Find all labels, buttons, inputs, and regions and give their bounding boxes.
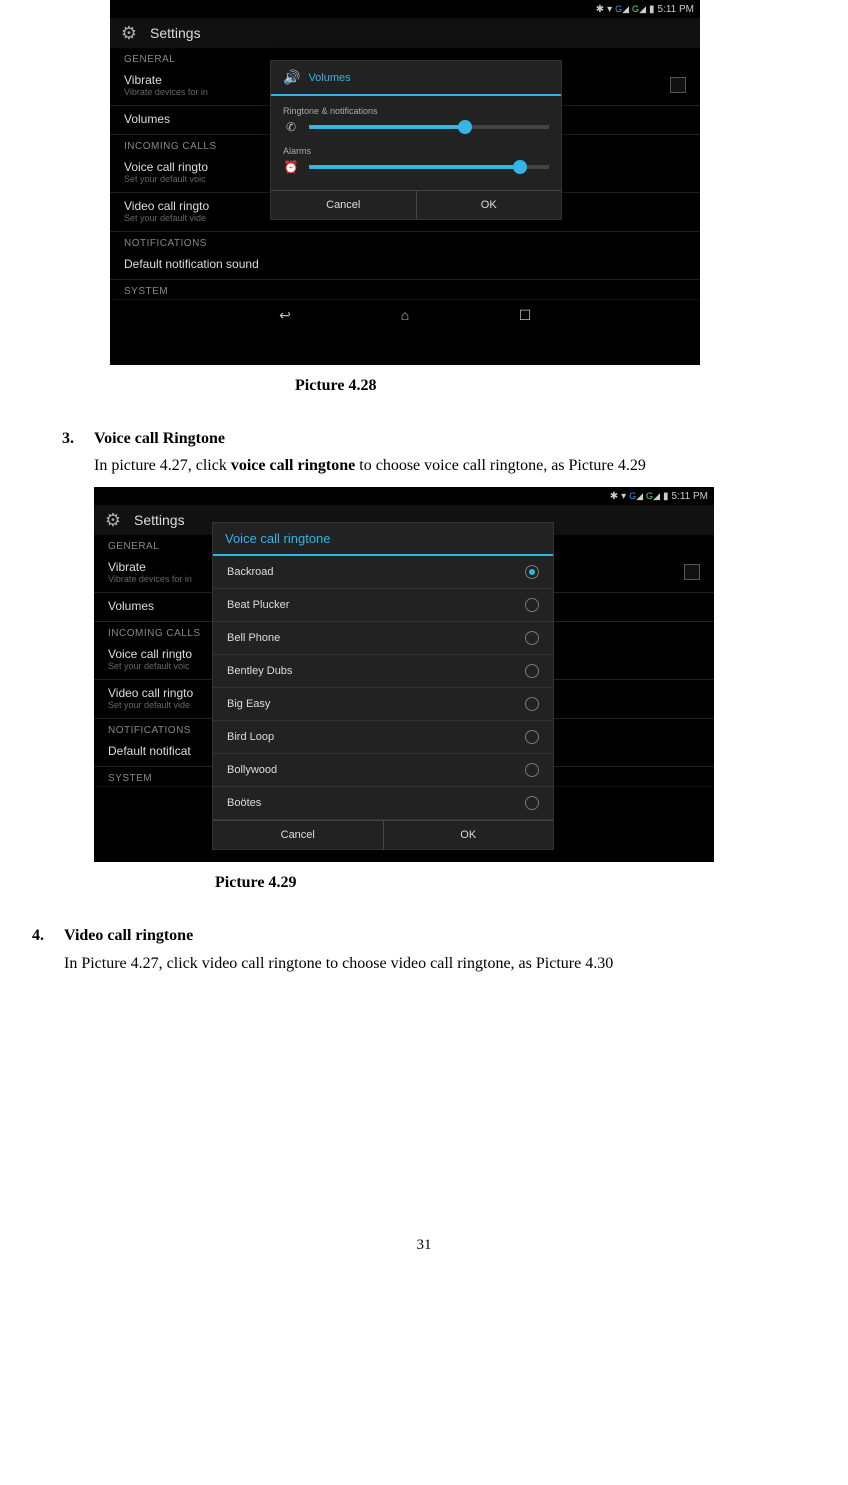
ringtone-dialog: Voice call ringtone Backroad Beat Plucker… [212,522,554,850]
ringtone-item-label: Boötes [227,797,261,809]
bluetooth-icon: ✱ [596,4,604,15]
alarms-slider-row: ⏰ [283,160,549,174]
bluetooth-icon-2: ✱ [610,491,618,502]
page-number: 31 [0,1237,848,1254]
vibrate-checkbox[interactable] [670,77,686,93]
ringtone-item-label: Bird Loop [227,731,274,743]
volumes-dialog: 🔊 Volumes Ringtone & notifications ✆ Ala… [270,60,562,220]
ringtone-item-label: Bentley Dubs [227,665,292,677]
alarms-slider-thumb[interactable] [513,160,527,174]
section-system: SYSTEM [110,280,700,299]
ringtone-item[interactable]: Bentley Dubs [213,655,553,688]
sim2-signal-2: ◢ [653,491,660,501]
caption-picture-4-28: Picture 4.28 [295,377,848,395]
volumes-dialog-title: Volumes [308,72,350,84]
ringtone-item-label: Beat Plucker [227,599,289,611]
item3-body-bold: voice call ringtone [231,457,355,474]
row-default-notif-title: Default notification sound [124,257,686,271]
item4-body: In Picture 4.27, click video call ringto… [64,950,846,977]
screenshot-picture-4-29: ✱ ▾ G◢ G◢ ▮ 5:11 PM ⚙ Settings GENERAL V… [94,487,714,862]
ringtone-radio[interactable] [525,697,539,711]
vibrate-checkbox-2[interactable] [684,564,700,580]
sim2-g: G [632,4,639,14]
ringtone-item[interactable]: Bell Phone [213,622,553,655]
ringtone-item[interactable]: Bird Loop [213,721,553,754]
volume-icon: 🔊 [283,69,300,86]
phone-icon: ✆ [283,120,299,134]
list-item-4: 4. Video call ringtone In Picture 4.27, … [32,922,848,976]
sim2-signal-icon: ◢ [639,4,646,14]
status-right: ✱ ▾ G◢ G◢ ▮ 5:11 PM [596,4,694,15]
sim1-signal-2: ◢ [636,491,643,501]
item3-body-b: to choose voice call ringtone, as Pictur… [355,457,646,474]
home-icon[interactable]: ⌂ [395,305,415,325]
ringtone-radio[interactable] [525,565,539,579]
ringtone-item-label: Bell Phone [227,632,280,644]
caption-picture-4-29: Picture 4.29 [215,874,848,892]
ringtone-radio[interactable] [525,763,539,777]
item4-heading: Video call ringtone [64,922,846,949]
sim2-g-2: G [646,491,653,501]
ringtone-slider[interactable] [309,125,549,129]
status-time-2: 5:11 PM [672,491,709,502]
item3-body-a: In picture 4.27, click [94,457,231,474]
sim1-signal-icon: ◢ [622,4,629,14]
ringtone-ok-button[interactable]: OK [384,821,554,849]
ringtone-slider-thumb[interactable] [458,120,472,134]
ringtone-radio[interactable] [525,730,539,744]
status-time: 5:11 PM [658,4,695,15]
status-bar-2: ✱ ▾ G◢ G◢ ▮ 5:11 PM [94,487,714,505]
wifi-icon-2: ▾ [621,491,626,502]
row-vibrate-sub-2: Vibrate devices for in [108,574,192,584]
ringtone-item[interactable]: Beat Plucker [213,589,553,622]
item3-body: In picture 4.27, click voice call ringto… [94,452,846,479]
back-icon[interactable]: ↩ [275,305,295,325]
alarm-icon: ⏰ [283,160,299,174]
ringtone-notif-label: Ringtone & notifications [283,106,549,116]
gear-icon-2: ⚙ [102,509,124,531]
recent-icon[interactable]: ☐ [515,305,535,325]
ringtone-dialog-title: Voice call ringtone [213,523,553,556]
ringtone-item[interactable]: Backroad [213,556,553,589]
item3-heading: Voice call Ringtone [94,425,846,452]
alarms-label: Alarms [283,146,549,156]
ringtone-slider-row: ✆ [283,120,549,134]
ringtone-radio[interactable] [525,631,539,645]
row-vibrate-title: Vibrate [124,73,208,87]
alarms-slider[interactable] [309,165,549,169]
item4-number: 4. [32,922,64,976]
ringtone-radio[interactable] [525,796,539,810]
ringtone-cancel-button[interactable]: Cancel [213,821,384,849]
battery-icon-2: ▮ [663,491,669,502]
ringtone-radio[interactable] [525,664,539,678]
volumes-cancel-button[interactable]: Cancel [271,191,417,219]
volumes-dialog-header: 🔊 Volumes [271,61,561,96]
volumes-ok-button[interactable]: OK [417,191,562,219]
ringtone-item[interactable]: Boötes [213,787,553,820]
ringtone-item[interactable]: Bollywood [213,754,553,787]
wifi-icon: ▾ [607,4,612,15]
settings-header: ⚙ Settings [110,18,700,48]
screenshot-picture-4-28: ✱ ▾ G◢ G◢ ▮ 5:11 PM ⚙ Settings GENERAL V… [110,0,700,365]
ringtone-item-label: Big Easy [227,698,270,710]
nav-bar: ↩ ⌂ ☐ [110,299,700,330]
row-vibrate-title-2: Vibrate [108,560,192,574]
ringtone-radio[interactable] [525,598,539,612]
settings-title: Settings [150,25,201,41]
ringtone-item-label: Backroad [227,566,273,578]
settings-title-2: Settings [134,512,185,528]
ringtone-item-label: Bollywood [227,764,277,776]
ringtone-item[interactable]: Big Easy [213,688,553,721]
list-item-3: 3. Voice call Ringtone In picture 4.27, … [62,425,848,479]
row-default-notification[interactable]: Default notification sound [110,251,700,280]
section-notifications: NOTIFICATIONS [110,232,700,251]
gear-icon: ⚙ [118,22,140,44]
row-vibrate-sub: Vibrate devices for in [124,87,208,97]
item3-number: 3. [62,425,94,479]
status-bar: ✱ ▾ G◢ G◢ ▮ 5:11 PM [110,0,700,18]
battery-icon: ▮ [649,4,655,15]
